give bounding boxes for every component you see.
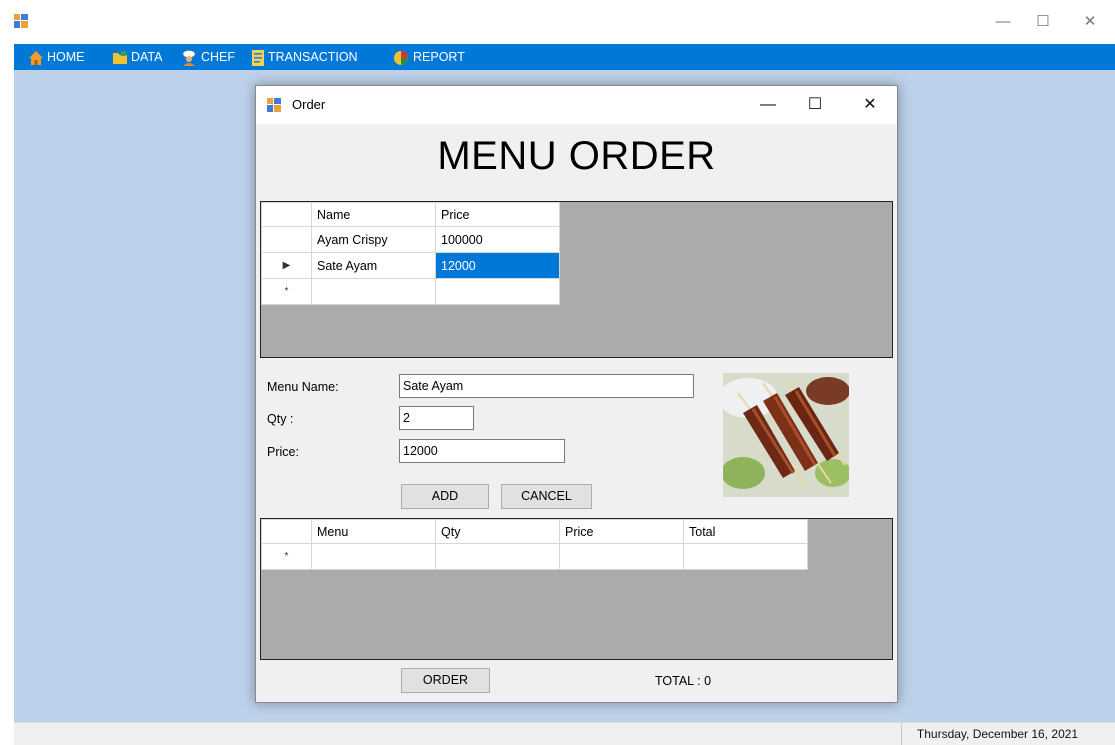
main-window-titlebar: — ☐ ✕ xyxy=(0,0,1115,44)
menubar: HOME DATA CHEF TRANSACTION REPORT xyxy=(14,44,1115,70)
qty-field[interactable]: 2 xyxy=(399,406,474,430)
order-button[interactable]: ORDER xyxy=(401,668,490,693)
total-label: TOTAL : 0 xyxy=(655,674,712,688)
menu-item-transaction[interactable]: TRANSACTION xyxy=(251,44,358,70)
column-header-price[interactable]: Price xyxy=(559,519,684,544)
app-icon xyxy=(267,98,281,112)
cell-price[interactable] xyxy=(435,278,560,305)
new-row[interactable]: * xyxy=(261,278,560,305)
menu-item-home[interactable]: HOME xyxy=(28,44,85,70)
main-maximize-button[interactable]: ☐ xyxy=(1028,10,1058,34)
new-row-indicator[interactable]: * xyxy=(261,543,312,570)
row-header-corner xyxy=(261,202,312,227)
column-header-price[interactable]: Price xyxy=(435,202,560,227)
menu-item-label: TRANSACTION xyxy=(268,50,358,64)
menu-name-label: Menu Name: xyxy=(267,380,339,394)
menu-item-label: DATA xyxy=(131,50,163,64)
home-icon xyxy=(29,50,43,65)
transaction-icon xyxy=(252,49,264,66)
menu-item-label: CHEF xyxy=(201,50,236,64)
menu-grid[interactable]: Name Price Ayam Crispy 100000 ▶ Sate Aya… xyxy=(260,201,893,358)
main-minimize-button[interactable]: — xyxy=(988,10,1018,34)
cell-price-selected[interactable]: 12000 xyxy=(435,252,560,279)
row-header[interactable] xyxy=(261,226,312,253)
cell-price[interactable] xyxy=(559,543,684,570)
price-field[interactable]: 12000 xyxy=(399,439,565,463)
table-header-row: Menu Qty Price Total xyxy=(261,519,808,544)
order-minimize-button[interactable]: — xyxy=(746,90,790,120)
column-header-qty[interactable]: Qty xyxy=(435,519,560,544)
order-maximize-button[interactable]: ☐ xyxy=(793,90,837,120)
cell-name[interactable]: Sate Ayam xyxy=(311,252,436,279)
app-icon xyxy=(14,14,28,28)
menu-item-image xyxy=(723,373,849,497)
column-header-menu[interactable]: Menu xyxy=(311,519,436,544)
order-grid[interactable]: Menu Qty Price Total * xyxy=(260,518,893,660)
menu-item-chef[interactable]: CHEF xyxy=(180,44,235,70)
cancel-button[interactable]: CANCEL xyxy=(501,484,592,509)
current-row-indicator[interactable]: ▶ xyxy=(261,252,312,279)
cell-price[interactable]: 100000 xyxy=(435,226,560,253)
order-window-titlebar: Order — ☐ ✕ xyxy=(256,86,897,124)
row-header-corner xyxy=(261,519,312,544)
qty-label: Qty : xyxy=(267,412,294,426)
order-window-title: Order xyxy=(292,97,326,112)
chef-icon xyxy=(182,49,196,66)
cell-menu[interactable] xyxy=(311,543,436,570)
table-row[interactable]: Ayam Crispy 100000 xyxy=(261,226,560,253)
cell-name[interactable]: Ayam Crispy xyxy=(311,226,436,253)
cell-qty[interactable] xyxy=(435,543,560,570)
new-row[interactable]: * xyxy=(261,543,808,570)
menu-table: Name Price Ayam Crispy 100000 ▶ Sate Aya… xyxy=(261,202,560,305)
status-date: Thursday, December 16, 2021 xyxy=(901,723,1093,745)
order-close-button[interactable]: ✕ xyxy=(848,90,892,120)
table-header-row: Name Price xyxy=(261,202,560,227)
menu-item-report[interactable]: REPORT xyxy=(392,44,465,70)
menu-item-data[interactable]: DATA xyxy=(112,44,162,70)
main-close-button[interactable]: ✕ xyxy=(1075,10,1105,34)
menu-item-label: REPORT xyxy=(413,50,465,64)
menu-item-label: HOME xyxy=(47,50,85,64)
report-icon xyxy=(394,50,408,65)
column-header-total[interactable]: Total xyxy=(683,519,808,544)
cell-name[interactable] xyxy=(311,278,436,305)
status-bar: Thursday, December 16, 2021 xyxy=(14,722,1115,745)
page-title: MENU ORDER xyxy=(437,134,716,178)
menu-name-field[interactable]: Sate Ayam xyxy=(399,374,694,398)
column-header-name[interactable]: Name xyxy=(311,202,436,227)
folder-icon xyxy=(113,50,127,64)
order-window: Order — ☐ ✕ MENU ORDER Name Price Ayam C… xyxy=(255,85,898,703)
order-table: Menu Qty Price Total * xyxy=(261,519,808,570)
table-row[interactable]: ▶ Sate Ayam 12000 xyxy=(261,252,560,279)
new-row-indicator[interactable]: * xyxy=(261,278,312,305)
price-label: Price: xyxy=(267,445,299,459)
add-button[interactable]: ADD xyxy=(401,484,489,509)
cell-total[interactable] xyxy=(683,543,808,570)
